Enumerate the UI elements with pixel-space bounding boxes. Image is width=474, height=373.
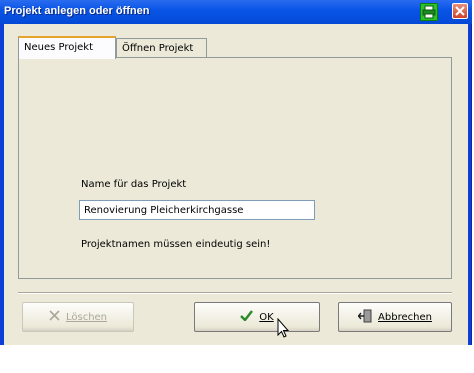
button-separator (18, 292, 452, 294)
dialog-client-area: Neues Projekt Öffnen Projekt Name für da… (4, 24, 468, 369)
delete-button[interactable]: Löschen (22, 302, 134, 332)
tab-panel-new-project: Name für das Projekt Projektnamen müssen… (18, 57, 452, 279)
tab-new-project-label: Neues Projekt (24, 42, 94, 53)
uniqueness-hint: Projektnamen müssen eindeutig sein! (81, 239, 271, 250)
window-title: Projekt anlegen oder öffnen (4, 5, 150, 17)
project-name-label: Name für das Projekt (81, 179, 187, 190)
close-icon (455, 6, 465, 16)
title-bar[interactable]: Projekt anlegen oder öffnen (0, 0, 472, 24)
delete-button-label: Löschen (65, 311, 108, 323)
cancel-button-label: Abbrechen (378, 311, 432, 323)
tab-new-project[interactable]: Neues Projekt (18, 36, 116, 59)
cancel-button[interactable]: Abbrechen (338, 302, 452, 332)
checkmark-icon (240, 310, 254, 324)
dialog-window: Projekt anlegen oder öffnen Neues Projek… (0, 0, 472, 373)
printer-icon[interactable] (420, 3, 438, 21)
delete-x-icon (49, 310, 60, 324)
tab-open-project[interactable]: Öffnen Projekt (116, 38, 207, 58)
exit-door-icon (357, 309, 372, 326)
mouse-pointer-icon (272, 317, 292, 347)
desktop-strip (0, 345, 474, 373)
project-name-input[interactable] (79, 200, 315, 220)
close-button[interactable] (452, 3, 468, 19)
tab-open-project-label: Öffnen Projekt (122, 43, 194, 54)
ok-button[interactable]: OK (194, 302, 320, 332)
